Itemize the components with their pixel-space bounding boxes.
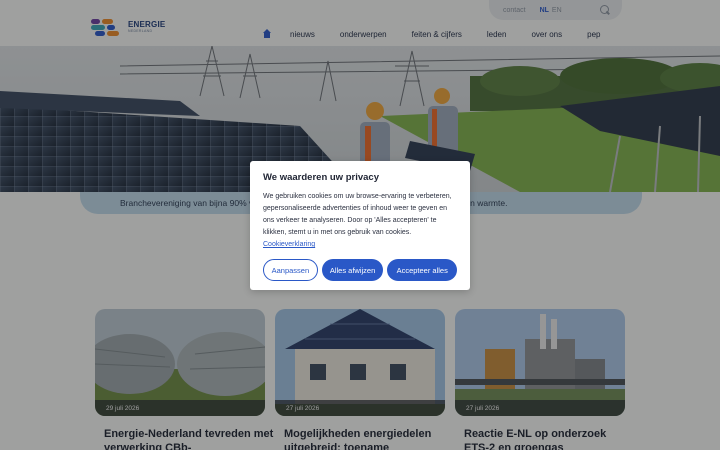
cookie-consent-dialog: We waarderen uw privacy We gebruiken coo… xyxy=(250,161,470,290)
accept-all-button[interactable]: Accepteer alles xyxy=(387,259,458,281)
cookie-dialog-text: We gebruiken cookies om uw browse-ervari… xyxy=(263,193,452,236)
cookie-dialog-body: We gebruiken cookies om uw browse-ervari… xyxy=(263,191,457,251)
reject-all-button[interactable]: Alles afwijzen xyxy=(321,259,384,281)
customize-button[interactable]: Aanpassen xyxy=(263,259,318,281)
cookie-dialog-actions: Aanpassen Alles afwijzen Accepteer alles xyxy=(263,259,458,281)
cookie-dialog-title: We waarderen uw privacy xyxy=(263,172,379,183)
cookie-policy-link[interactable]: Cookieverklaring xyxy=(263,241,315,248)
